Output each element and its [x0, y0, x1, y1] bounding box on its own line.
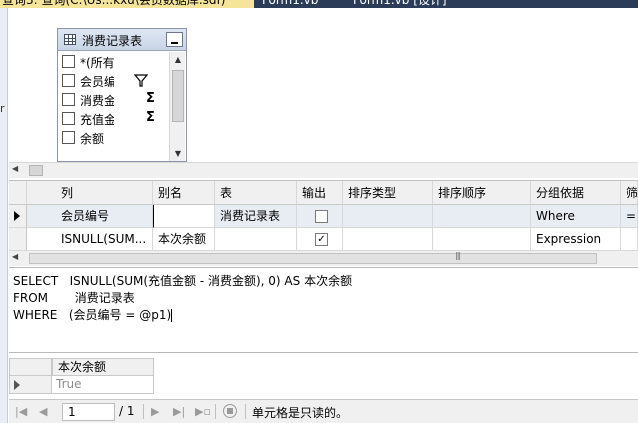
prev-record-icon[interactable]: ◀	[39, 405, 47, 418]
row-header[interactable]	[9, 205, 27, 228]
sql-line-where: WHERE (会员编号 = @p1)	[13, 306, 173, 323]
column-label: 会员编	[80, 75, 114, 89]
cell-sort-order[interactable]	[433, 205, 531, 228]
stop-icon[interactable]	[223, 404, 237, 418]
cell-column[interactable]: ISNULL(SUM...	[27, 228, 153, 251]
sql-pane[interactable]: SELECT ISNULL(SUM(充值金额 - 消费金额), 0) AS 本次…	[9, 267, 638, 353]
separator	[143, 404, 144, 419]
column-item-member-id[interactable]: 会员编	[62, 71, 168, 90]
next-record-icon[interactable]: ▶	[151, 405, 159, 418]
scroll-thumb[interactable]	[172, 70, 184, 122]
status-message: 单元格是只读的。	[252, 406, 349, 420]
cell-sort-type[interactable]	[343, 205, 433, 228]
output-checkbox[interactable]	[315, 210, 328, 223]
text-caret	[171, 309, 173, 322]
record-total: / 1	[119, 404, 135, 418]
results-corner-header	[9, 358, 52, 376]
column-checkbox[interactable]	[62, 55, 75, 68]
record-navigator: |◀ ◀ 1 / 1 ▶ ▶| ▶▫ 单元格是只读的。	[9, 399, 638, 423]
cell-sort-type[interactable]	[343, 228, 433, 251]
column-item-balance[interactable]: 余额	[62, 128, 168, 147]
scroll-up-icon[interactable]: ▲	[170, 52, 186, 67]
grid-corner-header	[9, 181, 27, 205]
results-header-balance: 本次余额	[52, 358, 154, 376]
header-column: 列	[27, 181, 153, 205]
column-label: 余额	[80, 132, 105, 146]
results-cell-balance[interactable]: True	[52, 376, 154, 394]
tab-form1-design[interactable]: Form1.vb [设计]	[353, 0, 447, 8]
column-label: 消费金	[80, 94, 114, 108]
new-record-icon[interactable]: ▶▫	[195, 405, 211, 418]
sql-line-select: SELECT ISNULL(SUM(充值金额 - 消费金额), 0) AS 本次…	[13, 274, 353, 288]
header-sort-type: 排序类型	[343, 181, 433, 205]
column-checkbox[interactable]	[62, 74, 75, 87]
table-box-consumption[interactable]: 消费记录表 *(所有 会员编 消费金 Σ 充值金 Σ 余额 ▲ ▼	[57, 28, 187, 162]
column-item-all[interactable]: *(所有	[62, 52, 168, 71]
criteria-grid: 列 别名 表 输出 排序类型 排序顺序 分组依据 筛 会员编号 消费记录表 Wh…	[9, 180, 638, 251]
header-filter: 筛	[621, 181, 638, 205]
cell-filter[interactable]	[621, 228, 638, 251]
document-tab-strip: 查询3: 查询(C:\Us...kxu\会员数据库.sdf) Form1.vb …	[0, 0, 638, 8]
cell-output[interactable]	[297, 205, 343, 228]
cell-alias[interactable]: 本次余额	[153, 228, 215, 251]
column-checkbox[interactable]	[62, 112, 75, 125]
cell-alias[interactable]	[153, 205, 215, 228]
table-box-scrollbar[interactable]: ▲ ▼	[169, 52, 185, 161]
table-grid-icon	[64, 34, 76, 45]
scroll-down-icon[interactable]: ▼	[170, 146, 186, 161]
column-checkbox[interactable]	[62, 93, 75, 106]
column-label: 充值金	[80, 113, 114, 127]
header-table: 表	[215, 181, 297, 205]
current-record-input[interactable]: 1	[62, 403, 115, 421]
current-row-arrow-icon	[14, 380, 20, 390]
sql-line-from: FROM 消费记录表	[13, 291, 135, 305]
cell-table[interactable]: 消费记录表	[215, 205, 297, 228]
last-record-icon[interactable]: ▶|	[173, 405, 185, 418]
cell-sort-order[interactable]	[433, 228, 531, 251]
header-sort-order: 排序顺序	[433, 181, 531, 205]
column-label: *(所有	[80, 56, 115, 70]
sum-sigma-icon: Σ	[146, 91, 155, 106]
cell-filter[interactable]: =	[621, 205, 638, 228]
header-alias: 别名	[153, 181, 215, 205]
column-checkbox[interactable]	[62, 131, 75, 144]
scroll-thumb[interactable]	[29, 165, 43, 176]
tab-form1-code[interactable]: Form1.vb	[262, 0, 318, 8]
current-row-arrow-icon	[14, 211, 20, 221]
table-column-list: *(所有 会员编 消费金 Σ 充值金 Σ 余额 ▲ ▼	[58, 52, 186, 161]
scroll-left-icon[interactable]: ◀	[12, 164, 18, 173]
row-header[interactable]	[9, 228, 27, 251]
first-record-icon[interactable]: |◀	[15, 405, 27, 418]
left-dock-edge: r	[0, 8, 8, 423]
results-pane: 本次余额 True	[9, 354, 638, 399]
scroll-left-icon[interactable]: ◀	[12, 252, 18, 261]
table-box-title: 消费记录表	[82, 34, 143, 48]
header-group-by: 分组依据	[531, 181, 621, 205]
results-row-header[interactable]	[9, 376, 52, 394]
column-item-recharge-amount[interactable]: 充值金 Σ	[62, 109, 168, 128]
diagram-pane: 消费记录表 *(所有 会员编 消费金 Σ 充值金 Σ 余额 ▲ ▼	[9, 8, 638, 162]
scroll-thumb[interactable]	[29, 251, 597, 264]
filter-funnel-icon	[134, 74, 148, 87]
tab-query3[interactable]: 查询3: 查询(C:\Us...kxu\会员数据库.sdf)	[0, 0, 254, 8]
sql-where-text: WHERE (会员编号 = @p1)	[13, 308, 172, 322]
cell-column[interactable]: 会员编号	[27, 205, 153, 228]
sum-sigma-icon: Σ	[146, 110, 155, 125]
minimize-button[interactable]	[166, 32, 183, 47]
separator	[245, 404, 246, 419]
diagram-hscrollbar[interactable]: ◀	[9, 162, 638, 178]
criteria-hscrollbar[interactable]: ◀	[9, 250, 638, 266]
cell-group-by[interactable]: Where	[531, 205, 621, 228]
table-box-header[interactable]: 消费记录表	[58, 29, 186, 51]
output-checkbox-checked[interactable]: ✓	[315, 233, 328, 246]
cell-group-by[interactable]: Expression	[531, 228, 621, 251]
separator	[215, 404, 216, 419]
header-output: 输出	[297, 181, 343, 205]
column-item-consume-amount[interactable]: 消费金 Σ	[62, 90, 168, 109]
cell-table[interactable]	[215, 228, 297, 251]
dock-marker-icon: r	[0, 102, 5, 115]
cell-output[interactable]: ✓	[297, 228, 343, 251]
